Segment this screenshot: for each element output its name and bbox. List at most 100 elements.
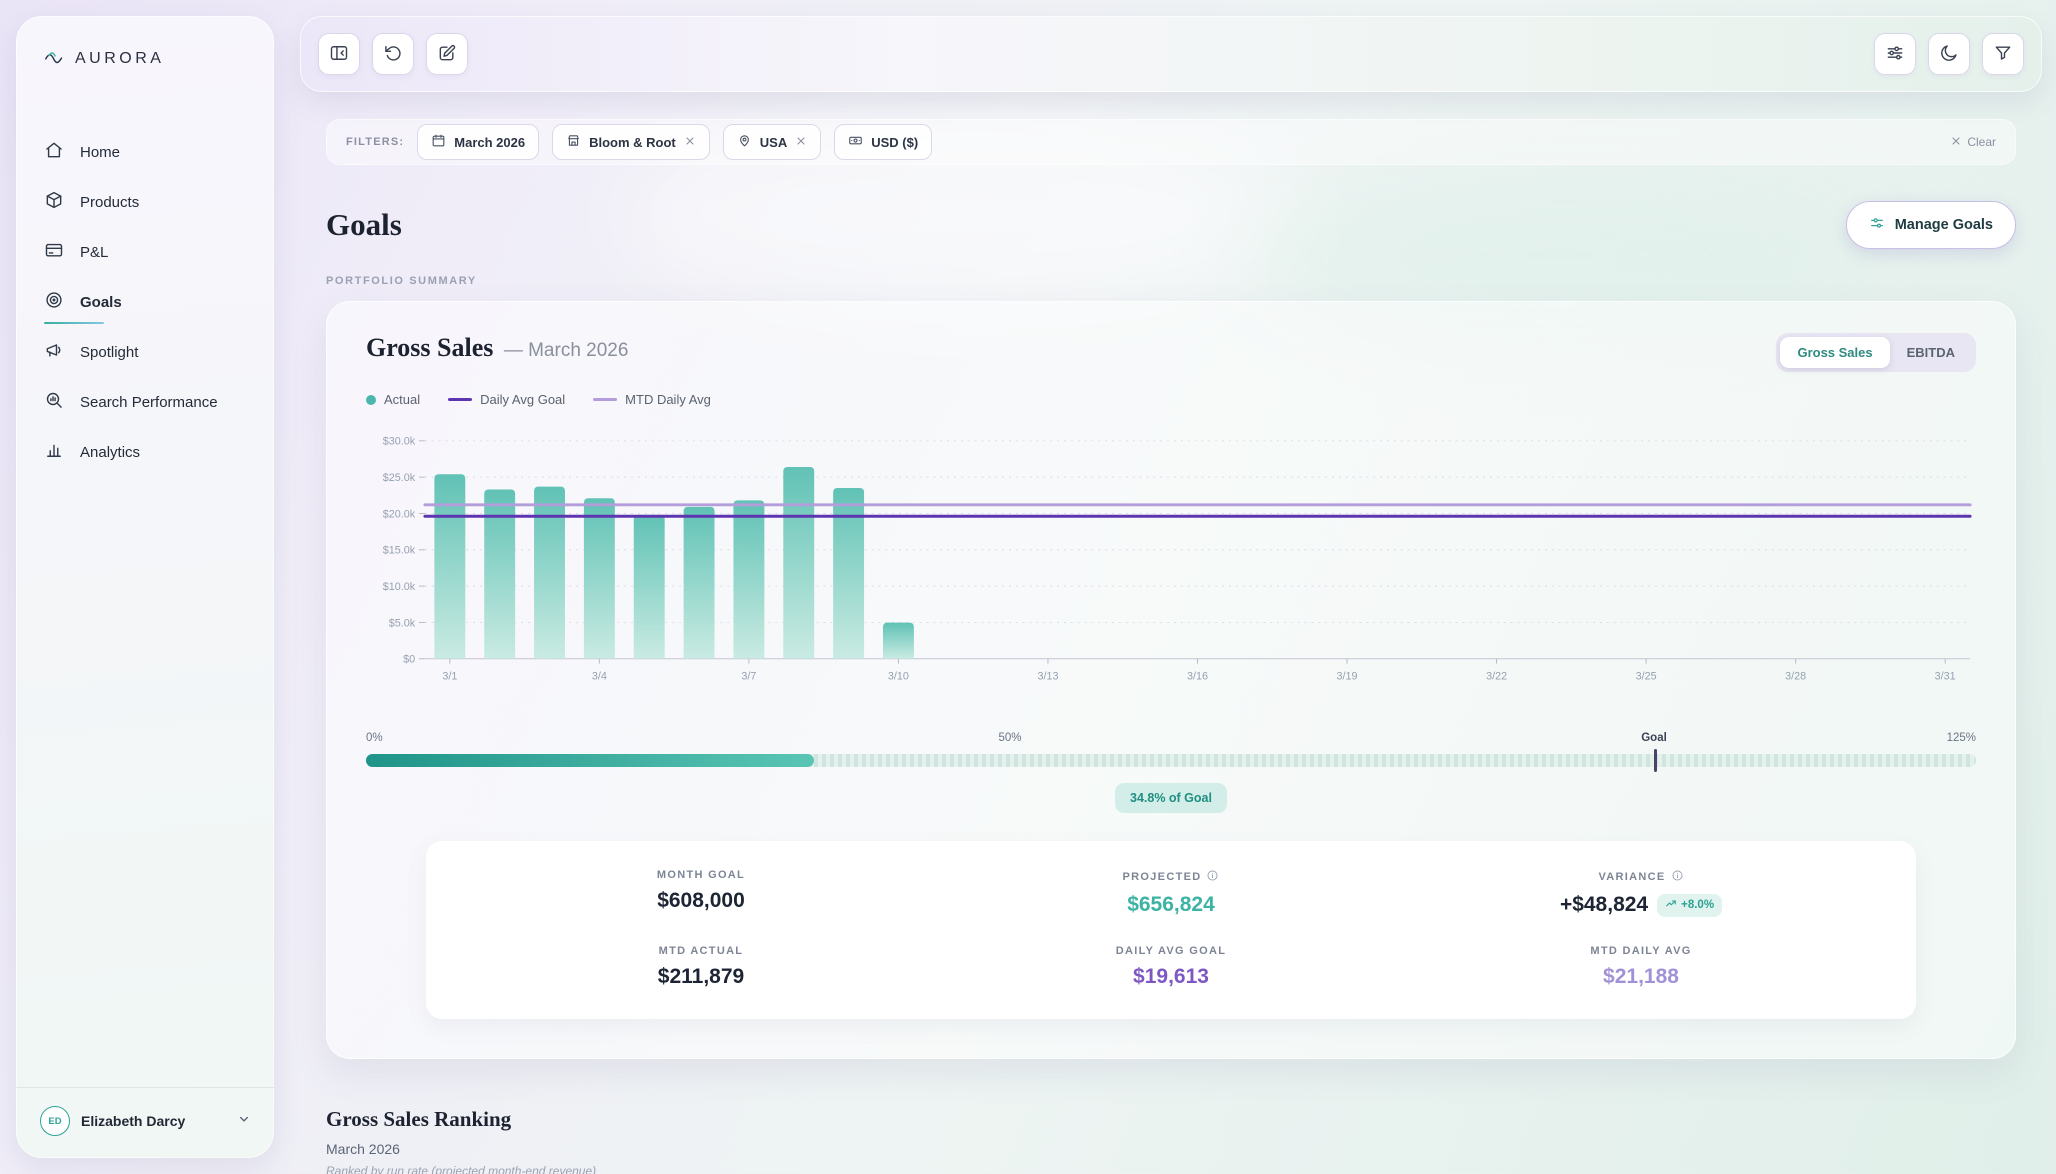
- close-icon: [1950, 135, 1962, 150]
- top-toolbar: [300, 16, 2042, 92]
- sidebar-item-pnl[interactable]: P&L: [16, 227, 274, 277]
- banknote-icon: [848, 133, 863, 151]
- toolbar-left-group: [318, 33, 468, 75]
- filter-chip-label: March 2026: [454, 135, 525, 150]
- svg-text:3/4: 3/4: [592, 670, 607, 682]
- svg-text:$25.0k: $25.0k: [383, 472, 416, 484]
- stat-value: $608,000: [466, 889, 936, 913]
- sidebar-item-spotlight[interactable]: Spotlight: [16, 327, 274, 377]
- legend-label: MTD Daily Avg: [625, 392, 711, 407]
- svg-text:$0: $0: [403, 654, 415, 666]
- filter-chip-currency[interactable]: USD ($): [834, 124, 932, 160]
- compose-icon: [437, 43, 457, 66]
- store-icon: [566, 133, 581, 151]
- svg-text:$5.0k: $5.0k: [389, 617, 416, 629]
- sliders-icon: [1885, 43, 1905, 66]
- info-icon[interactable]: [1206, 869, 1219, 885]
- filter-chip-month[interactable]: March 2026: [417, 124, 539, 160]
- sidebar-item-search-performance[interactable]: Search Performance: [16, 377, 274, 427]
- target-icon: [44, 290, 64, 314]
- sidebar-item-products[interactable]: Products: [16, 177, 274, 227]
- stat-label: MONTH GOAL: [466, 869, 936, 881]
- stat-mtd-actual: MTD ACTUAL $211,879: [466, 945, 936, 989]
- svg-text:3/22: 3/22: [1486, 670, 1507, 682]
- sidebar-item-analytics[interactable]: Analytics: [16, 427, 274, 477]
- legend-line: [593, 398, 617, 402]
- remove-filter-icon[interactable]: [795, 135, 807, 150]
- megaphone-icon: [44, 340, 64, 364]
- filter-chip-region[interactable]: USA: [723, 124, 821, 160]
- chart-svg: $0$5.0k$10.0k$15.0k$20.0k$25.0k$30.0k3/1…: [366, 431, 1976, 688]
- metric-tabs: Gross Sales EBITDA: [1776, 333, 1976, 372]
- legend-mtd-daily-avg: MTD Daily Avg: [593, 392, 711, 407]
- tab-ebitda[interactable]: EBITDA: [1890, 337, 1972, 368]
- page-title: Goals: [326, 207, 402, 243]
- ranking-title: Gross Sales Ranking: [326, 1107, 2016, 1132]
- dark-mode-button[interactable]: [1928, 33, 1970, 75]
- moon-icon: [1939, 43, 1959, 66]
- stat-value: $19,613: [936, 965, 1406, 989]
- clear-filters-button[interactable]: Clear: [1950, 135, 1996, 150]
- variance-badge: +8.0%: [1657, 894, 1722, 917]
- legend-dot: [366, 395, 376, 405]
- sidebar-item-goals[interactable]: Goals: [16, 277, 274, 327]
- tab-gross-sales[interactable]: Gross Sales: [1780, 337, 1889, 368]
- filter-chip-label: USD ($): [871, 135, 918, 150]
- compose-button[interactable]: [426, 33, 468, 75]
- trend-up-icon: [1665, 898, 1677, 913]
- box-icon: [44, 190, 64, 214]
- avatar: ED: [40, 1106, 70, 1136]
- collapse-sidebar-button[interactable]: [318, 33, 360, 75]
- sidebar-item-label: P&L: [80, 244, 108, 261]
- sidebar-item-label: Analytics: [80, 444, 140, 461]
- manage-goals-button[interactable]: Manage Goals: [1846, 201, 2016, 249]
- search-chart-icon: [44, 390, 64, 414]
- legend-label: Actual: [384, 392, 420, 407]
- stat-label: PROJECTED: [936, 869, 1406, 885]
- progress-badge: 34.8% of Goal: [1115, 783, 1227, 813]
- stat-label: MTD ACTUAL: [466, 945, 936, 957]
- progress-labels: 0% 50% Goal 125%: [366, 732, 1976, 750]
- sidebar-item-label: Goals: [80, 294, 122, 311]
- info-icon[interactable]: [1671, 869, 1684, 885]
- stat-value: $21,188: [1406, 965, 1876, 989]
- filter-chip-brand[interactable]: Bloom & Root: [552, 124, 710, 160]
- svg-text:3/25: 3/25: [1636, 670, 1657, 682]
- stat-label: VARIANCE: [1406, 869, 1876, 885]
- stat-projected: PROJECTED $656,824: [936, 869, 1406, 917]
- brand: AURORA: [16, 46, 274, 71]
- history-icon: [383, 43, 403, 66]
- history-button[interactable]: [372, 33, 414, 75]
- calendar-icon: [431, 133, 446, 151]
- ranking-note: Ranked by run rate (projected month-end …: [326, 1164, 2016, 1174]
- brand-name: AURORA: [75, 50, 164, 68]
- progress-label-goal: Goal: [1641, 732, 1667, 744]
- gross-sales-ranking-section: Gross Sales Ranking March 2026 Ranked by…: [326, 1107, 2016, 1174]
- goal-tick-marker: [1654, 749, 1657, 772]
- svg-text:3/10: 3/10: [888, 670, 909, 682]
- sidebar-nav: Home Products P&L Goals Spotlight Search…: [16, 127, 274, 477]
- remove-filter-icon[interactable]: [684, 135, 696, 150]
- stat-label: MTD DAILY AVG: [1406, 945, 1876, 957]
- filter-button[interactable]: [1982, 33, 2024, 75]
- user-menu[interactable]: ED Elizabeth Darcy: [16, 1087, 274, 1136]
- section-label: PORTFOLIO SUMMARY: [326, 275, 2016, 287]
- stat-value: $211,879: [466, 965, 936, 989]
- filters-label: FILTERS:: [346, 136, 404, 148]
- gross-sales-goal-card: Gross Sales — March 2026 Gross Sales EBI…: [326, 301, 2016, 1059]
- toolbar-right-group: [1874, 33, 2024, 75]
- main-area: FILTERS: March 2026 Bloom & Root USA USD…: [300, 16, 2042, 1174]
- legend-daily-avg-goal: Daily Avg Goal: [448, 392, 565, 407]
- legend-actual: Actual: [366, 392, 420, 407]
- filter-chip-label: Bloom & Root: [589, 135, 676, 150]
- stat-label: DAILY AVG GOAL: [936, 945, 1406, 957]
- svg-text:$10.0k: $10.0k: [383, 581, 416, 593]
- filter-chip-label: USA: [760, 135, 787, 150]
- manage-goals-label: Manage Goals: [1895, 217, 1993, 233]
- svg-text:3/31: 3/31: [1935, 670, 1956, 682]
- collapse-sidebar-icon: [329, 43, 349, 66]
- sidebar-item-home[interactable]: Home: [16, 127, 274, 177]
- sliders-button[interactable]: [1874, 33, 1916, 75]
- funnel-icon: [1993, 43, 2013, 66]
- pin-icon: [737, 133, 752, 151]
